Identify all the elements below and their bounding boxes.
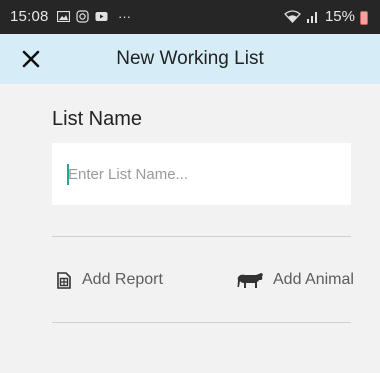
more-notifications: ··· [118,9,131,24]
add-report-button[interactable]: Add Report [57,268,163,292]
wifi-icon [284,10,301,23]
app-header: New Working List [0,34,380,84]
add-animal-label: Add Animal [273,271,354,288]
text-cursor [67,164,69,185]
status-right: 15% [284,8,368,25]
battery-icon [360,10,368,25]
signal-icon [306,12,317,23]
divider-bottom [52,322,351,323]
cow-icon [236,272,264,289]
battery-percent: 15% [324,8,355,25]
video-icon [95,12,108,21]
report-icon [57,271,71,289]
divider-top [52,236,351,237]
list-name-input[interactable] [52,143,351,205]
notification-icons: ··· [57,9,131,24]
instagram-icon [76,10,89,23]
status-time: 15:08 [10,8,49,25]
page-title: New Working List [116,48,264,69]
status-bar: 15:08 ··· 15% [0,0,380,34]
add-report-label: Add Report [82,271,163,288]
add-animal-button[interactable]: Add Animal [236,268,354,292]
list-name-label: List Name [52,108,143,130]
gallery-icon [57,11,70,22]
